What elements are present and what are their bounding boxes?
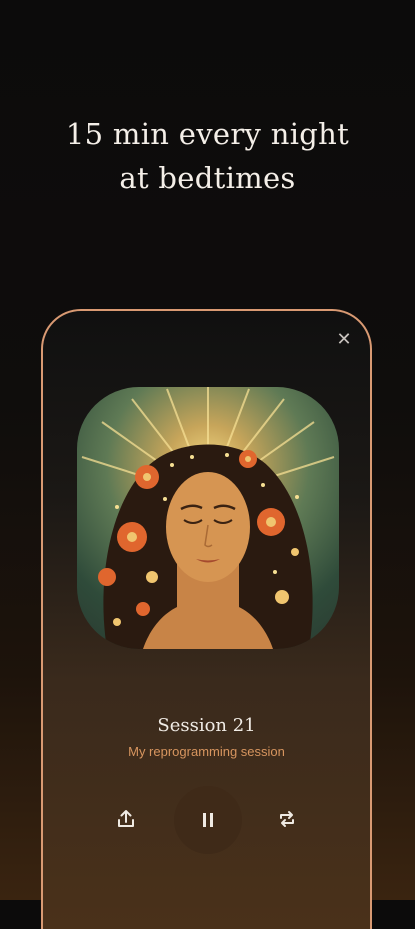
pause-button[interactable]: [174, 786, 242, 854]
artwork-illustration: [81, 387, 335, 649]
phone-frame: ✕ Session 21 My reprogramming session: [41, 309, 372, 929]
headline: 15 min every night at bedtimes: [0, 112, 415, 200]
headline-line-2: at bedtimes: [119, 161, 296, 195]
session-artwork: [77, 387, 339, 649]
headline-line-1: 15 min every night: [65, 117, 350, 151]
share-icon[interactable]: [115, 808, 137, 830]
session-title: Session 21: [157, 715, 256, 736]
pause-icon: [203, 813, 213, 827]
repeat-icon[interactable]: [276, 808, 298, 830]
session-subtitle: My reprogramming session: [128, 744, 285, 759]
close-icon[interactable]: ✕: [336, 330, 352, 348]
